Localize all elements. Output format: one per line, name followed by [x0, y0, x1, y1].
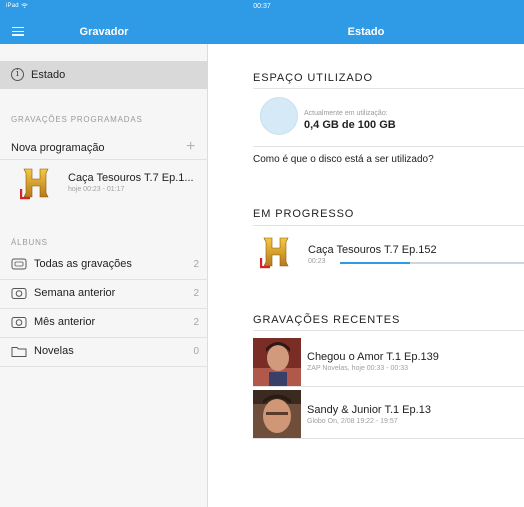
album-last-month[interactable]: Mês anterior 2 [0, 309, 208, 338]
album-count: 0 [193, 346, 199, 357]
sidebar: i Estado GRAVAÇÕES PROGRAMADAS Nova prog… [0, 44, 208, 507]
new-schedule-label: Nova programação [11, 142, 105, 154]
divider [253, 88, 524, 89]
recording-progress-bar [340, 262, 524, 264]
disk-usage-link[interactable]: Como é que o disco está a ser utilizado? [253, 154, 434, 165]
sidebar-title: Gravador [79, 26, 129, 38]
tv-icon [11, 258, 27, 270]
in-progress-title[interactable]: Caça Tesouros T.7 Ep.152 [308, 244, 437, 256]
album-label: Novelas [34, 345, 74, 357]
recent-recordings-header: GRAVAÇÕES RECENTES [253, 314, 401, 326]
usage-label: Actualmente em utilização: [304, 110, 388, 117]
album-last-week[interactable]: Semana anterior 2 [0, 280, 208, 309]
album-label: Mês anterior [34, 316, 96, 328]
albums-header: ÁLBUNS [11, 238, 48, 247]
camera-icon [11, 288, 27, 299]
recording-subtitle: Globo On, 2/08 19:22 - 19:57 [307, 418, 398, 425]
disk-usage-pie [260, 97, 298, 135]
in-progress-time: 00:23 [308, 258, 326, 265]
new-schedule-row[interactable]: Nova programação + [0, 138, 208, 160]
sidebar-item-estado[interactable]: i Estado [0, 61, 208, 89]
album-all-recordings[interactable]: Todas as gravações 2 [0, 251, 208, 280]
recording-title[interactable]: Chegou o Amor T.1 Ep.139 [307, 351, 439, 363]
divider [253, 330, 524, 331]
scheduled-recording-item[interactable]: Caça Tesouros T.7 Ep.1... hoje 00:23 - 0… [0, 162, 208, 206]
add-icon[interactable]: + [186, 138, 195, 156]
scheduled-header: GRAVAÇÕES PROGRAMADAS [11, 115, 143, 124]
info-icon: i [11, 68, 24, 81]
album-count: 2 [193, 288, 199, 299]
scheduled-time: hoje 00:23 - 01:17 [68, 186, 125, 193]
recording-subtitle: ZAP Novelas, hoje 00:33 - 00:33 [307, 365, 409, 372]
in-progress-header: EM PROGRESSO [253, 208, 355, 220]
camera-icon [11, 317, 27, 328]
album-label: Semana anterior [34, 287, 116, 299]
album-count: 2 [193, 317, 199, 328]
divider [253, 438, 524, 439]
scheduled-title: Caça Tesouros T.7 Ep.1... [68, 172, 194, 184]
folder-icon [11, 347, 27, 357]
album-count: 2 [193, 259, 199, 270]
recording-title[interactable]: Sandy & Junior T.1 Ep.13 [307, 404, 431, 416]
space-used-header: ESPAÇO UTILIZADO [253, 72, 373, 84]
recording-thumbnail[interactable] [253, 390, 301, 438]
divider [253, 225, 524, 226]
page-title: Estado [347, 26, 385, 38]
divider [253, 386, 524, 387]
sidebar-item-label: Estado [31, 69, 66, 81]
album-novelas[interactable]: Novelas 0 [0, 338, 208, 367]
main-panel: ESPAÇO UTILIZADO Actualmente em utilizaç… [209, 44, 524, 507]
recording-thumbnail[interactable] [253, 338, 301, 386]
top-bar: iPad 00:37 Gravador Estado [0, 0, 524, 44]
history-channel-logo [260, 237, 289, 269]
recording-progress-fill [340, 262, 410, 264]
status-time: 00:37 [253, 3, 271, 10]
divider [253, 146, 524, 147]
usage-value: 0,4 GB de 100 GB [304, 119, 396, 131]
album-label: Todas as gravações [34, 258, 132, 270]
history-channel-logo [20, 168, 49, 200]
